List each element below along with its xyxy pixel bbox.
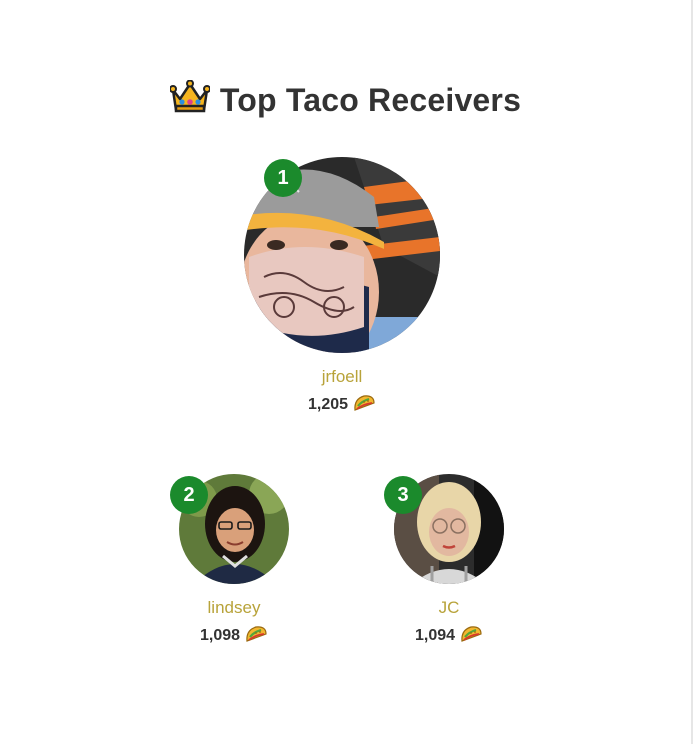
count-value: 1,094 <box>414 627 456 644</box>
crown-icon <box>168 79 211 122</box>
count-value: 1,205 <box>307 396 349 413</box>
rank-badge: 1 <box>264 159 302 197</box>
taco-count: 1,205 <box>243 393 441 418</box>
leader-card-1[interactable]: jrfoell 1,205 <box>243 157 441 418</box>
username[interactable]: jrfoell <box>243 367 441 387</box>
username[interactable]: lindsey <box>144 598 324 618</box>
rank-badge: 2 <box>170 476 208 514</box>
taco-count: 1,098 <box>144 624 324 649</box>
taco-count: 1,094 <box>359 624 539 649</box>
username[interactable]: JC <box>359 598 539 618</box>
page-title: Top Taco Receivers <box>0 79 691 122</box>
taco-icon <box>459 624 483 649</box>
taco-icon <box>244 624 268 649</box>
leaderboard-panel: Top Taco Receivers jrfoell 1,205 1 linds… <box>0 0 691 744</box>
title-text: Top Taco Receivers <box>219 82 522 118</box>
count-value: 1,098 <box>199 627 241 644</box>
taco-icon <box>352 393 376 418</box>
rank-badge: 3 <box>384 476 422 514</box>
